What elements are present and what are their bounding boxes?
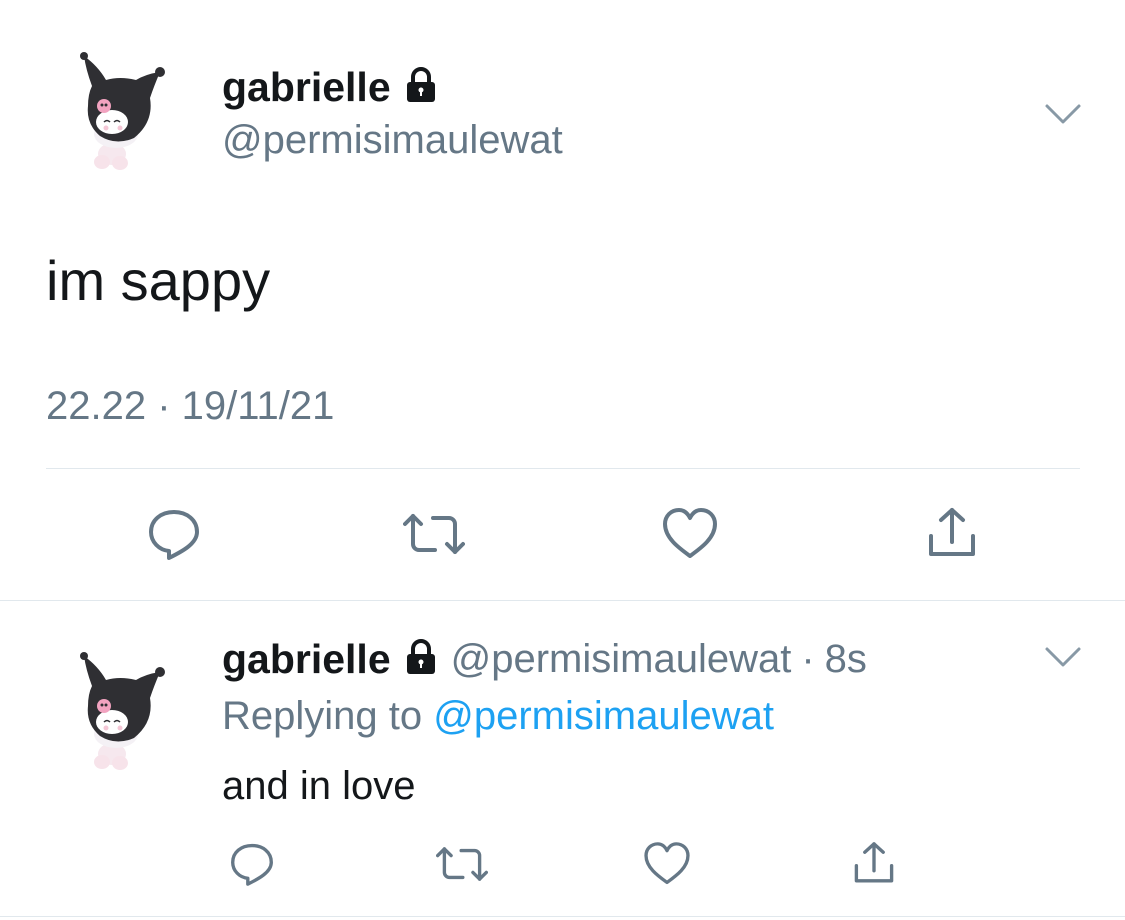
retweet-icon: [403, 514, 465, 554]
avatar[interactable]: [74, 646, 174, 776]
kuromi-avatar-image: [80, 652, 165, 770]
separator-dot: ·: [801, 636, 815, 681]
timestamp[interactable]: 22.22 · 19/11/21: [46, 384, 334, 429]
replying-prefix: Replying to: [222, 694, 423, 738]
share-icon: [929, 508, 975, 556]
reply-button[interactable]: [143, 506, 205, 562]
tweet-text: im sappy: [46, 249, 271, 312]
divider: [0, 916, 1125, 917]
like-icon: [663, 508, 717, 558]
divider: [46, 468, 1080, 469]
reply-icon: [231, 843, 273, 886]
display-name[interactable]: gabrielle: [222, 64, 391, 111]
retweet-button[interactable]: [436, 840, 488, 888]
like-button[interactable]: [641, 840, 693, 888]
kuromi-avatar-image: [80, 52, 165, 170]
chevron-down-icon[interactable]: [1043, 102, 1083, 126]
lock-icon: [401, 637, 441, 682]
share-button[interactable]: [848, 840, 900, 888]
share-button[interactable]: [921, 506, 983, 562]
display-name[interactable]: gabrielle: [222, 636, 391, 683]
retweet-button[interactable]: [403, 506, 465, 562]
reply-button[interactable]: [226, 840, 278, 888]
retweet-icon: [436, 847, 488, 881]
handle[interactable]: @permisimaulewat: [222, 118, 563, 163]
handle[interactable]: @permisimaulewat: [451, 637, 792, 682]
like-button[interactable]: [659, 506, 721, 562]
avatar[interactable]: [74, 46, 174, 176]
tweet-age[interactable]: 8s: [825, 637, 867, 682]
replying-to: Replying to @permisimaulewat: [222, 694, 774, 739]
chevron-down-icon[interactable]: [1043, 645, 1083, 669]
replying-handle-link[interactable]: @permisimaulewat: [433, 694, 774, 738]
reply-icon: [149, 510, 199, 560]
like-icon: [644, 842, 690, 885]
divider: [0, 600, 1125, 601]
share-icon: [854, 842, 894, 883]
lock-icon: [401, 65, 441, 110]
tweet-text: and in love: [222, 764, 416, 808]
